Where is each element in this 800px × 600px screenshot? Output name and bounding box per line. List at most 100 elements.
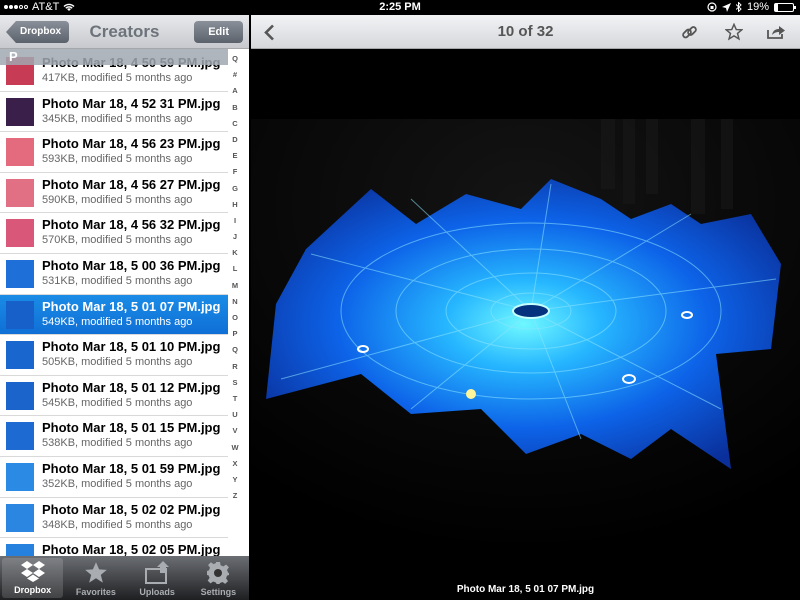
edit-button[interactable]: Edit: [194, 21, 243, 43]
file-row[interactable]: Photo Mar 18, 4 56 32 PM.jpg 570KB, modif…: [0, 213, 228, 254]
file-row[interactable]: Photo Mar 18, 4 56 23 PM.jpg 593KB, modif…: [0, 132, 228, 173]
file-thumbnail: [6, 462, 34, 491]
photo-counter: 10 of 32: [497, 23, 554, 40]
file-thumbnail: [6, 300, 34, 329]
file-name: Photo Mar 18, 5 01 59 PM.jpg: [42, 460, 221, 476]
section-header: P: [0, 49, 228, 65]
index-letter[interactable]: E: [227, 148, 243, 164]
tab-uploads[interactable]: Uploads: [127, 556, 188, 600]
index-letter[interactable]: Y: [227, 472, 243, 488]
index-letter[interactable]: M: [227, 278, 243, 294]
index-letter[interactable]: Q: [227, 342, 243, 358]
photo-caption: Photo Mar 18, 5 01 07 PM.jpg: [456, 584, 595, 595]
file-name: Photo Mar 18, 5 01 10 PM.jpg: [42, 339, 221, 355]
file-thumbnail: [6, 422, 34, 451]
battery-icon: [774, 2, 796, 12]
index-letter[interactable]: O: [227, 310, 243, 326]
file-thumbnail: [6, 259, 34, 288]
index-letter[interactable]: S: [227, 375, 243, 391]
index-letter[interactable]: P: [227, 326, 243, 342]
index-letter[interactable]: T: [227, 391, 243, 407]
index-letter[interactable]: D: [227, 132, 243, 148]
photo-viewer: 10 of 32 Photo Mar 18, 5 01 07 PM.jpg: [251, 15, 800, 600]
photo-illustration: [251, 49, 800, 554]
tab-label: Uploads: [139, 587, 175, 597]
star-icon[interactable]: [725, 23, 743, 41]
file-name: Photo Mar 18, 4 56 27 PM.jpg: [42, 176, 221, 192]
index-letter[interactable]: Q: [227, 51, 243, 67]
file-list[interactable]: Photo Mar 18, 4 50 59 PM.jpg417KB, modif…: [0, 49, 249, 557]
file-row[interactable]: Photo Mar 18, 5 01 10 PM.jpg 505KB, modif…: [0, 335, 228, 376]
index-letter[interactable]: V: [227, 423, 243, 439]
file-meta: 570KB, modified 5 months ago: [42, 234, 193, 247]
file-row[interactable]: Photo Mar 18, 5 01 59 PM.jpg 352KB, modif…: [0, 456, 228, 498]
file-meta: 538KB, modified 5 months ago: [42, 437, 193, 450]
index-letter[interactable]: L: [227, 261, 243, 277]
index-letter[interactable]: G: [227, 181, 243, 197]
status-time: 2:25 PM: [379, 1, 421, 13]
index-letter[interactable]: J: [227, 229, 243, 245]
file-name: Photo Mar 18, 4 56 23 PM.jpg: [42, 136, 221, 152]
file-row[interactable]: Photo Mar 18, 5 02 02 PM.jpg 348KB, modif…: [0, 497, 228, 539]
index-letter[interactable]: I: [227, 213, 243, 229]
index-letter[interactable]: R: [227, 359, 243, 375]
share-icon[interactable]: [766, 24, 786, 40]
status-right: 19%: [707, 1, 796, 13]
file-thumbnail: [6, 138, 34, 167]
file-row[interactable]: Photo Mar 18, 5 02 05 PM.jpg: [0, 538, 228, 557]
tab-settings[interactable]: Settings: [188, 556, 249, 600]
gear-icon: [206, 561, 230, 587]
file-thumbnail: [6, 341, 34, 370]
file-meta: 590KB, modified 5 months ago: [42, 193, 193, 206]
status-bar: AT&T 2:25 PM 19%: [0, 0, 800, 15]
file-meta: 345KB, modified 5 months ago: [42, 112, 193, 125]
file-name: Photo Mar 18, 5 01 07 PM.jpg: [42, 298, 221, 314]
index-letter[interactable]: B: [227, 100, 243, 116]
tab-favorites[interactable]: Favorites: [65, 556, 126, 600]
browser-navbar: Dropbox Creators Edit: [0, 15, 249, 49]
file-row[interactable]: Photo Mar 18, 4 56 27 PM.jpg 590KB, modif…: [0, 172, 228, 214]
file-meta: 593KB, modified 5 months ago: [42, 153, 193, 166]
battery-label: 19%: [746, 1, 769, 13]
upload-icon: [144, 561, 170, 587]
index-letter[interactable]: C: [227, 116, 243, 132]
file-row[interactable]: Photo Mar 18, 5 00 36 PM.jpg 531KB, modif…: [0, 253, 228, 295]
file-name: Photo Mar 18, 5 01 15 PM.jpg: [42, 420, 221, 436]
file-name: Photo Mar 18, 4 52 31 PM.jpg: [42, 95, 221, 111]
rotation-lock-icon: [707, 2, 717, 12]
file-meta: 505KB, modified 5 months ago: [42, 356, 193, 369]
index-letter[interactable]: N: [227, 294, 243, 310]
file-thumbnail: [6, 503, 34, 532]
file-browser-panel: Dropbox Creators Edit Photo Mar 18, 4 50…: [0, 15, 249, 600]
link-icon[interactable]: [681, 24, 698, 41]
tab-dropbox[interactable]: Dropbox: [2, 558, 64, 598]
file-row[interactable]: Photo Mar 18, 5 01 07 PM.jpg 549KB, modif…: [0, 294, 228, 336]
file-thumbnail: [6, 219, 34, 248]
index-letter[interactable]: U: [227, 407, 243, 423]
index-letter[interactable]: Z: [227, 488, 243, 504]
location-icon: [721, 2, 731, 12]
file-row[interactable]: Photo Mar 18, 5 01 15 PM.jpg 538KB, modif…: [0, 416, 228, 457]
index-letter[interactable]: X: [227, 456, 243, 472]
file-thumbnail: [6, 178, 34, 207]
tab-label: Settings: [200, 587, 237, 597]
file-meta: 348KB, modified 5 months ago: [42, 518, 193, 531]
index-letter[interactable]: F: [227, 164, 243, 180]
file-row[interactable]: Photo Mar 18, 5 01 12 PM.jpg 545KB, modif…: [0, 375, 228, 417]
file-name: Photo Mar 18, 5 00 36 PM.jpg: [42, 257, 221, 273]
index-letter[interactable]: H: [227, 197, 243, 213]
file-meta: 352KB, modified 5 months ago: [42, 477, 193, 490]
file-thumbnail: [6, 97, 34, 126]
file-row[interactable]: Photo Mar 18, 4 52 31 PM.jpg 345KB, modif…: [0, 91, 228, 133]
tab-label: Dropbox: [14, 585, 52, 595]
file-name: Photo Mar 18, 5 02 05 PM.jpg: [42, 542, 221, 557]
index-letter[interactable]: A: [227, 83, 243, 99]
bluetooth-icon: [735, 2, 742, 12]
dropbox-icon: [20, 559, 46, 585]
photo-image[interactable]: [251, 49, 800, 554]
index-letter[interactable]: K: [227, 245, 243, 261]
section-index[interactable]: Q # A B C D E F G H I J K L M N O P Q R S T U V W X Y Z: [227, 51, 243, 504]
index-letter[interactable]: W: [227, 440, 243, 456]
index-letter[interactable]: #: [227, 67, 243, 83]
file-name: Photo Mar 18, 5 01 12 PM.jpg: [42, 379, 221, 395]
